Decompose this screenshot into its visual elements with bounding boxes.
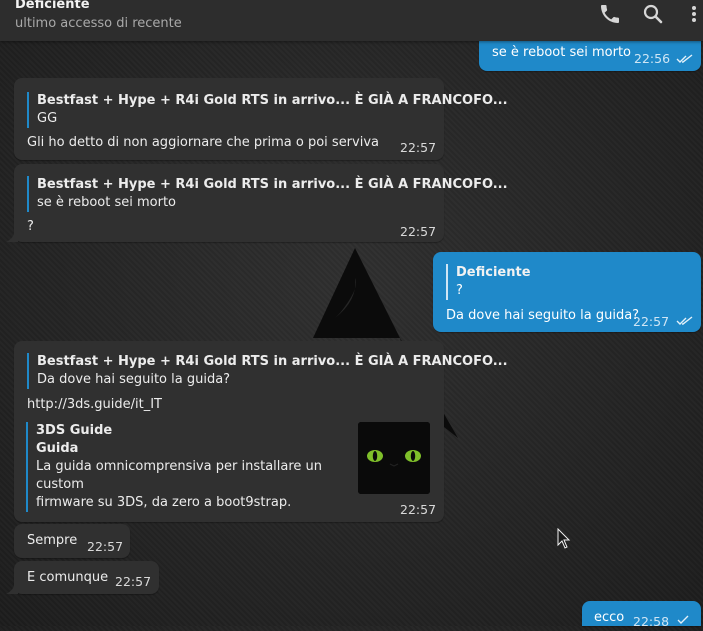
- link-preview[interactable]: 3DS Guide Guida La guida omnicomprensiva…: [26, 422, 346, 512]
- read-checks-icon: [676, 316, 693, 325]
- bubble-tail: [6, 232, 18, 242]
- chat-header: Deficiente ultimo accesso di recente: [0, 0, 703, 41]
- message-incoming[interactable]: Bestfast + Hype + R4i Gold RTS in arrivo…: [14, 78, 508, 160]
- reply-text: se è reboot sei morto: [37, 195, 177, 210]
- message-incoming[interactable]: Bestfast + Hype + R4i Gold RTS in arrivo…: [14, 341, 508, 522]
- bubble-tail: [6, 584, 18, 594]
- message-time: 22:56: [634, 51, 671, 66]
- message-time: 22:58: [633, 614, 670, 629]
- mouse-cursor-icon: [557, 528, 571, 549]
- message-text: ecco: [594, 610, 625, 625]
- reply-quote[interactable]: Bestfast + Hype + R4i Gold RTS in arrivo…: [27, 92, 508, 128]
- search-icon[interactable]: [641, 2, 665, 26]
- read-checks-icon: [676, 54, 693, 63]
- reply-title: Bestfast + Hype + R4i Gold RTS in arrivo…: [37, 177, 508, 192]
- reply-title: Deficiente: [456, 265, 531, 280]
- reply-title: Bestfast + Hype + R4i Gold RTS in arrivo…: [37, 93, 508, 108]
- message-outgoing[interactable]: ecco 22:58: [582, 601, 701, 629]
- reply-text: Da dove hai seguito la guida?: [37, 372, 231, 387]
- message-incoming[interactable]: Sempre 22:57: [14, 524, 130, 558]
- reply-text: ?: [456, 283, 463, 298]
- reply-text: GG: [37, 111, 58, 126]
- message-time: 22:57: [87, 539, 124, 554]
- message-text: E comunque: [27, 570, 109, 585]
- more-vertical-icon[interactable]: [682, 2, 703, 26]
- reply-quote[interactable]: Bestfast + Hype + R4i Gold RTS in arrivo…: [27, 353, 508, 389]
- message-time: 22:57: [633, 314, 670, 329]
- message-text: se è reboot sei morto: [492, 45, 632, 60]
- message-text: Gli ho detto di non aggiornare che prima…: [27, 135, 379, 150]
- preview-description: La guida omnicomprensiva per installare …: [36, 459, 323, 492]
- message-text: Sempre: [27, 533, 78, 548]
- reply-quote[interactable]: Bestfast + Hype + R4i Gold RTS in arrivo…: [27, 176, 508, 212]
- message-text: Da dove hai seguito la guida?: [446, 308, 640, 323]
- message-time: 22:57: [400, 224, 437, 239]
- message-incoming[interactable]: Bestfast + Hype + R4i Gold RTS in arrivo…: [14, 164, 508, 242]
- preview-site-name: 3DS Guide: [36, 423, 113, 438]
- message-link[interactable]: http://3ds.guide/it_IT: [27, 396, 162, 414]
- message-time: 22:57: [115, 574, 152, 589]
- chat-title[interactable]: Deficiente: [15, 0, 90, 12]
- preview-thumbnail[interactable]: [358, 422, 430, 494]
- message-text: ?: [27, 219, 34, 234]
- message-time: 22:57: [400, 502, 437, 517]
- preview-description: firmware su 3DS, da zero a boot9strap.: [36, 495, 292, 510]
- message-incoming[interactable]: E comunque 22:57: [14, 561, 159, 594]
- message-time: 22:57: [400, 140, 437, 155]
- message-outgoing[interactable]: Deficiente ? Da dove hai seguito la guid…: [433, 252, 701, 332]
- reply-title: Bestfast + Hype + R4i Gold RTS in arrivo…: [37, 354, 508, 369]
- phone-icon[interactable]: [598, 2, 622, 26]
- reply-quote[interactable]: Deficiente ?: [446, 264, 531, 300]
- preview-title: Guida: [36, 441, 79, 456]
- last-seen-status: ultimo accesso di recente: [15, 16, 182, 31]
- sent-check-icon: [677, 615, 689, 624]
